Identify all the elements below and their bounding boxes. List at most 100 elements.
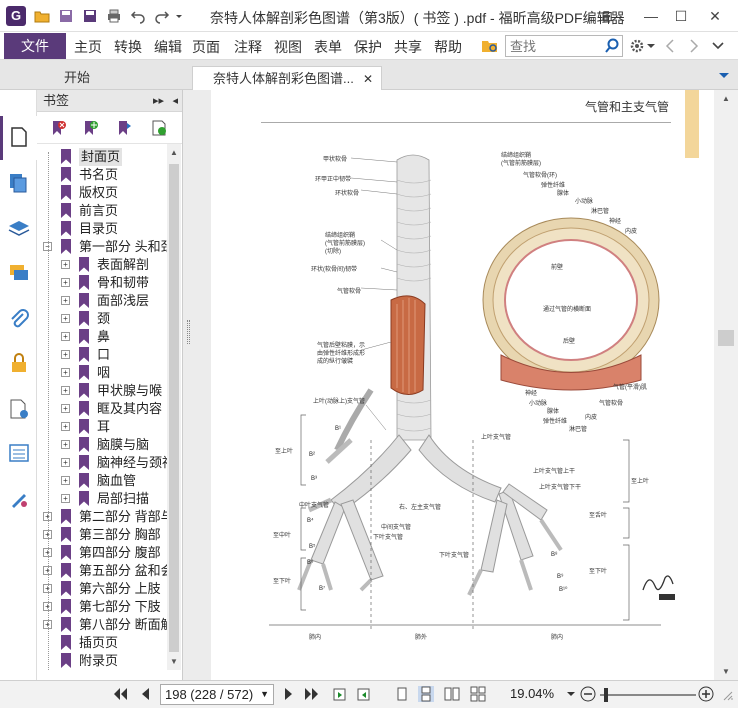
- menu-form[interactable]: 表单: [314, 37, 342, 57]
- single-page-view-icon[interactable]: [394, 686, 410, 702]
- doc-scroll-down-icon[interactable]: ▼: [722, 667, 730, 676]
- bookmark-item[interactable]: + 脑神经与颈神: [37, 454, 167, 472]
- expand-icon[interactable]: +: [61, 422, 70, 431]
- bookmark-item[interactable]: + 局部扫描: [37, 490, 167, 508]
- gear-dropdown-icon[interactable]: [647, 42, 655, 50]
- zoom-slider-track[interactable]: [600, 694, 696, 696]
- layers-icon[interactable]: [8, 218, 30, 240]
- gear-icon[interactable]: [629, 38, 645, 54]
- bookmark-item[interactable]: + 第二部分 背部与: [37, 508, 167, 526]
- collapse-panel-icon[interactable]: ◂: [172, 90, 178, 112]
- bookmark-item[interactable]: + 眶及其内容: [37, 400, 167, 418]
- search-icon[interactable]: [604, 38, 620, 54]
- continuous-view-icon[interactable]: [418, 686, 434, 702]
- menu-page[interactable]: 页面: [192, 37, 220, 57]
- signature-icon[interactable]: [8, 488, 30, 510]
- file-menu-button[interactable]: 文件: [4, 33, 66, 59]
- bookmark-item[interactable]: + 第七部分 下肢: [37, 598, 167, 616]
- menu-convert[interactable]: 转换: [114, 37, 142, 57]
- expand-icon[interactable]: +: [61, 260, 70, 269]
- bookmarks-scroll-thumb[interactable]: [169, 164, 179, 652]
- tab-close-icon[interactable]: ✕: [363, 67, 373, 91]
- continuous-facing-view-icon[interactable]: [470, 686, 486, 702]
- panel-splitter[interactable]: [183, 90, 211, 680]
- expand-icon[interactable]: +: [61, 368, 70, 377]
- undo-icon[interactable]: [130, 8, 146, 24]
- bookmark-item[interactable]: + 颈: [37, 310, 167, 328]
- menu-comment[interactable]: 注释: [234, 37, 262, 57]
- restore-layout-icon[interactable]: ⊞: [596, 6, 618, 26]
- expand-panel-icon[interactable]: ▸▸: [153, 90, 164, 112]
- last-page-icon[interactable]: [304, 686, 320, 702]
- customize-dropdown-icon[interactable]: [174, 8, 184, 24]
- menu-protect[interactable]: 保护: [354, 37, 382, 57]
- zoom-dropdown-icon[interactable]: [566, 686, 576, 702]
- bookmarks-panel-icon[interactable]: [8, 172, 30, 194]
- zoom-out-icon[interactable]: [580, 686, 596, 702]
- menu-share[interactable]: 共享: [394, 37, 422, 57]
- expand-icon[interactable]: +: [61, 332, 70, 341]
- expand-icon[interactable]: +: [61, 296, 70, 305]
- minimize-button[interactable]: —: [640, 6, 662, 26]
- expand-icon[interactable]: +: [61, 494, 70, 503]
- bookmark-item[interactable]: + 第五部分 盆和会: [37, 562, 167, 580]
- redo-icon[interactable]: [154, 8, 170, 24]
- find-folder-icon[interactable]: [481, 38, 499, 54]
- bookmark-item[interactable]: + 脑膜与脑: [37, 436, 167, 454]
- foxit-app-icon[interactable]: G: [6, 6, 26, 26]
- bookmark-item[interactable]: 插页页: [37, 634, 167, 652]
- move-bookmark-icon[interactable]: [117, 120, 133, 136]
- bookmark-item[interactable]: + 口: [37, 346, 167, 364]
- bookmarks-scrollbar[interactable]: ▲ ▼: [167, 144, 181, 670]
- scroll-up-icon[interactable]: ▲: [170, 148, 178, 157]
- collapse-ribbon-icon[interactable]: [712, 41, 724, 51]
- scroll-down-icon[interactable]: ▼: [170, 657, 178, 666]
- maximize-button[interactable]: ☐: [670, 6, 692, 26]
- bookmark-item[interactable]: + 第三部分 胸部: [37, 526, 167, 544]
- document-viewport[interactable]: 气管和主支气管 甲状软骨 环甲正中韧带 环状软骨 结缔组织鞘 (气管前筋膜层) …: [211, 90, 714, 680]
- bookmark-item[interactable]: 书名页: [37, 166, 167, 184]
- bookmark-item[interactable]: + 脑血管: [37, 472, 167, 490]
- zoom-in-icon[interactable]: [698, 686, 714, 702]
- bookmark-item[interactable]: + 面部浅层: [37, 292, 167, 310]
- bookmark-properties-icon[interactable]: [151, 120, 167, 136]
- page-dropdown-icon[interactable]: ▼: [260, 685, 269, 704]
- bookmark-item[interactable]: + 表面解剖: [37, 256, 167, 274]
- security-lock-icon[interactable]: [8, 352, 30, 374]
- bookmark-item[interactable]: 附录页: [37, 652, 167, 670]
- expand-icon[interactable]: +: [61, 458, 70, 467]
- menu-view[interactable]: 视图: [274, 37, 302, 57]
- bookmark-item[interactable]: 封面页: [37, 148, 167, 166]
- save-icon[interactable]: [58, 8, 74, 24]
- next-result-icon[interactable]: [688, 39, 700, 53]
- facing-view-icon[interactable]: [444, 686, 460, 702]
- content-list-icon[interactable]: [8, 442, 30, 464]
- expand-icon[interactable]: +: [61, 350, 70, 359]
- zoom-slider-thumb[interactable]: [604, 688, 608, 702]
- previous-view-icon[interactable]: [332, 686, 348, 702]
- page-thumbnails-icon[interactable]: [8, 126, 30, 148]
- close-button[interactable]: ✕: [704, 6, 726, 26]
- add-bookmark-icon[interactable]: [83, 120, 99, 136]
- bookmark-item[interactable]: + 第八部分 断面解: [37, 616, 167, 634]
- next-view-icon[interactable]: [356, 686, 372, 702]
- document-scrollbar[interactable]: ▲ ▼: [714, 90, 738, 680]
- bookmark-item[interactable]: + 骨和韧带: [37, 274, 167, 292]
- menu-help[interactable]: 帮助: [434, 37, 462, 57]
- expand-icon[interactable]: +: [61, 314, 70, 323]
- bookmark-item[interactable]: + 第四部分 腹部: [37, 544, 167, 562]
- bookmark-item[interactable]: 前言页: [37, 202, 167, 220]
- menu-edit[interactable]: 编辑: [154, 37, 182, 57]
- bookmark-item[interactable]: + 第六部分 上肢: [37, 580, 167, 598]
- open-folder-icon[interactable]: [34, 8, 50, 24]
- previous-page-icon[interactable]: [138, 686, 154, 702]
- print-icon[interactable]: [106, 8, 122, 24]
- bookmark-item[interactable]: 版权页: [37, 184, 167, 202]
- expand-icon[interactable]: +: [61, 278, 70, 287]
- delete-bookmark-icon[interactable]: [51, 120, 67, 136]
- expand-icon[interactable]: +: [61, 386, 70, 395]
- expand-icon[interactable]: +: [61, 404, 70, 413]
- tab-start[interactable]: 开始: [48, 66, 188, 90]
- prev-result-icon[interactable]: [664, 39, 676, 53]
- save-as-icon[interactable]: [82, 8, 98, 24]
